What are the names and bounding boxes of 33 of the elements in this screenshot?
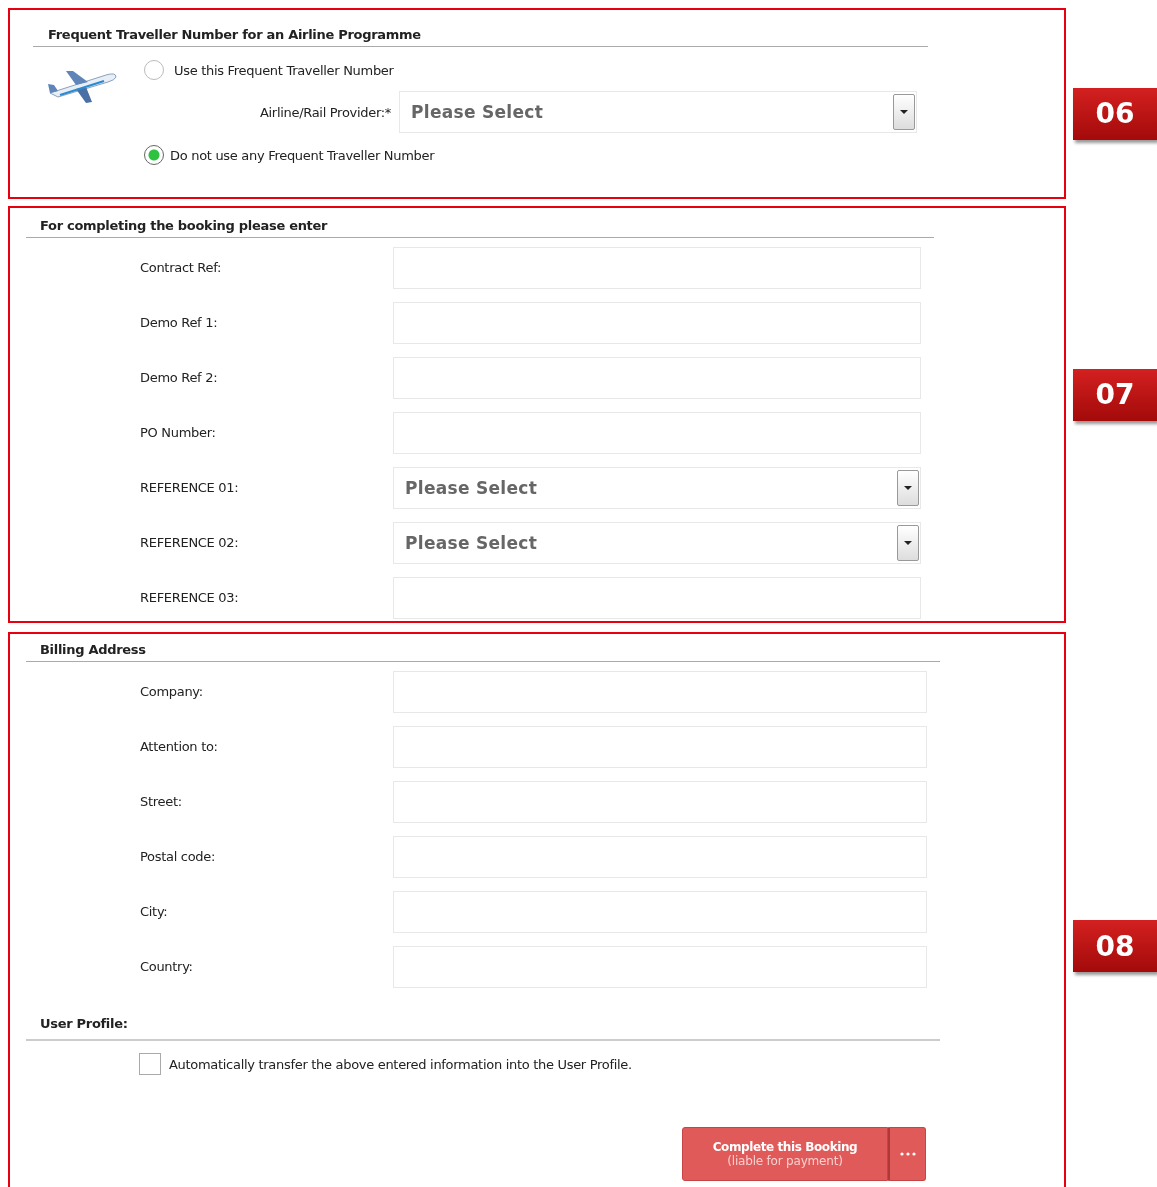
- field-label: Country:: [140, 959, 194, 974]
- step-badge: 07: [1073, 368, 1157, 421]
- field-label: PO Number:: [140, 425, 217, 440]
- more-button[interactable]: [888, 1127, 926, 1181]
- field-label: REFERENCE 01:: [140, 480, 240, 495]
- field-label: Postal code:: [140, 849, 217, 864]
- field-label: Street:: [140, 794, 183, 809]
- dropdown-field[interactable]: Please Select: [393, 521, 921, 564]
- radio-button[interactable]: [144, 145, 164, 165]
- field-label: REFERENCE 02:: [140, 535, 240, 550]
- section-heading: For completing the booking please enter: [26, 218, 934, 238]
- section-heading: Billing Address: [26, 642, 940, 662]
- complete-booking-button[interactable]: Complete this Booking (liable for payment): [682, 1127, 888, 1181]
- provider-select[interactable]: Please Select: [399, 91, 917, 133]
- field-label: Contract Ref:: [140, 260, 223, 275]
- field-label: Demo Ref 1:: [140, 315, 219, 330]
- field-label: Demo Ref 2:: [140, 370, 219, 385]
- checkbox-label: Automatically transfer the above entered information into the User Profile.: [169, 1056, 632, 1072]
- step-badge: 06: [1073, 87, 1157, 140]
- field-label: Airline/Rail Provider:*: [258, 104, 391, 120]
- radio-label: Use this Frequent Traveller Number: [174, 62, 394, 78]
- radio-label: Do not use any Frequent Traveller Number: [170, 147, 435, 163]
- section-heading: Frequent Traveller Number for an Airline Programme: [33, 27, 928, 47]
- field-label: Attention to:: [140, 739, 219, 754]
- field-label: REFERENCE 03:: [140, 590, 240, 605]
- more-icon[interactable]: [899, 1152, 916, 1156]
- checkbox[interactable]: [139, 1053, 161, 1075]
- section-heading: User Profile:: [26, 1016, 940, 1041]
- field-label: City:: [140, 904, 169, 919]
- step-badge: 08: [1073, 920, 1157, 972]
- dropdown-field[interactable]: Please Select: [393, 466, 921, 509]
- field-label: Company:: [140, 684, 204, 699]
- radio-button[interactable]: [144, 60, 164, 80]
